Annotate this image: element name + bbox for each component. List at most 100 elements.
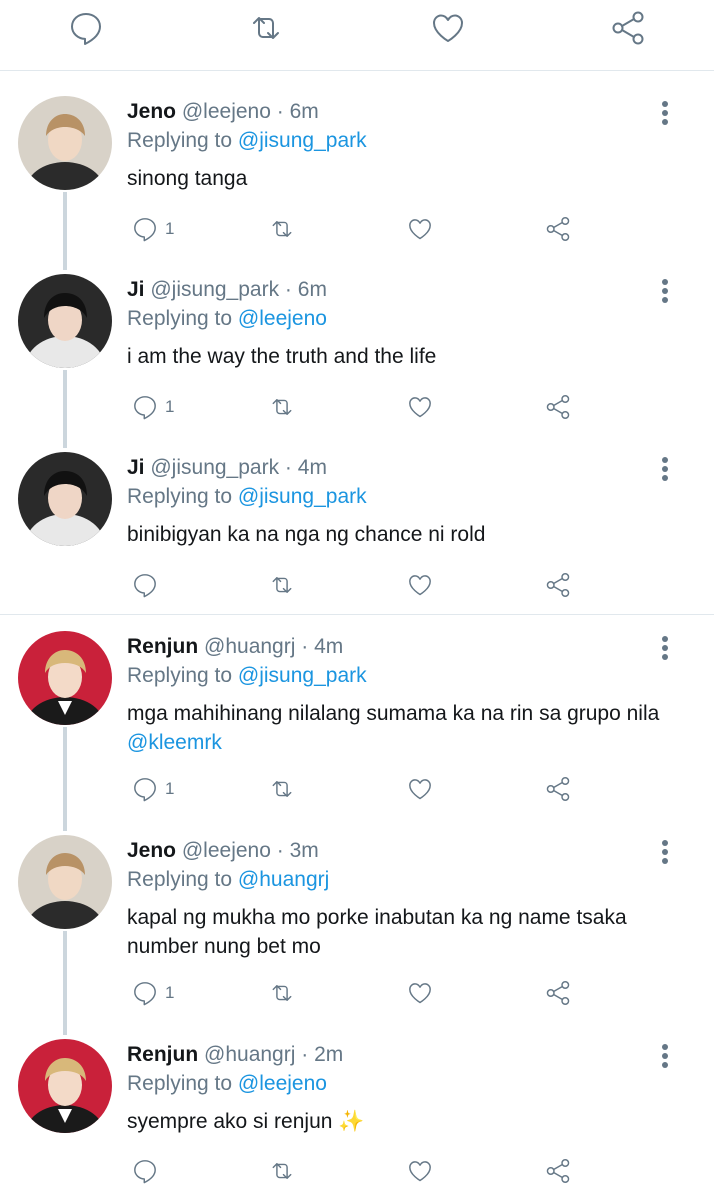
- more-options-icon[interactable]: [651, 456, 679, 484]
- share-icon[interactable]: [606, 6, 650, 50]
- tweet-text-mention[interactable]: @kleemrk: [127, 731, 222, 754]
- timestamp[interactable]: 6m: [298, 278, 327, 301]
- timestamp[interactable]: 2m: [314, 1043, 343, 1066]
- timestamp[interactable]: 4m: [298, 456, 327, 479]
- separator-dot: ·: [276, 839, 284, 862]
- share-icon: [546, 1159, 570, 1183]
- more-options-icon[interactable]: [651, 100, 679, 128]
- avatar[interactable]: [18, 96, 112, 190]
- avatar[interactable]: [18, 274, 112, 368]
- reply-button[interactable]: 1: [129, 771, 174, 807]
- retweet-icon: [272, 781, 292, 797]
- retweet-icon: [272, 1163, 292, 1179]
- reply-button[interactable]: [129, 1153, 165, 1189]
- thread-divider: [0, 614, 714, 615]
- avatar[interactable]: [18, 631, 112, 725]
- like-icon: [409, 983, 431, 1004]
- like-button[interactable]: [404, 771, 436, 807]
- replying-to-mention[interactable]: @jisung_park: [238, 485, 367, 508]
- like-icon[interactable]: [426, 6, 470, 50]
- tweet-text-content: sinong tanga: [127, 167, 248, 190]
- reply-button[interactable]: 1: [129, 389, 174, 425]
- display-name[interactable]: Jeno: [127, 100, 176, 123]
- replying-to: Replying to @jisung_park: [127, 127, 367, 155]
- replying-prefix: Replying to: [127, 129, 233, 152]
- tweet-header: Ji @jisung_park · 6m: [127, 276, 327, 304]
- reply-count: 1: [165, 219, 175, 238]
- avatar[interactable]: [18, 452, 112, 546]
- replying-to-mention[interactable]: @leejeno: [238, 1072, 327, 1095]
- user-handle[interactable]: @huangrj: [204, 1043, 295, 1066]
- replying-to-mention[interactable]: @huangrj: [238, 868, 329, 891]
- share-button[interactable]: [542, 211, 574, 247]
- separator-dot: ·: [284, 456, 292, 479]
- user-handle[interactable]: @jisung_park: [150, 456, 279, 479]
- more-options-icon[interactable]: [651, 635, 679, 663]
- tweet-actions: 1: [0, 211, 714, 247]
- reply-button[interactable]: [129, 567, 165, 603]
- like-button[interactable]: [404, 389, 436, 425]
- reply-button[interactable]: 1: [129, 211, 174, 247]
- retweet-button[interactable]: [266, 389, 298, 425]
- share-button[interactable]: [542, 1153, 574, 1189]
- user-handle[interactable]: @leejeno: [182, 100, 271, 123]
- tweet-text: syempre ako si renjun ✨: [127, 1107, 687, 1136]
- avatar[interactable]: [18, 835, 112, 929]
- reply-icon[interactable]: [64, 6, 108, 50]
- display-name[interactable]: Ji: [127, 456, 145, 479]
- replying-prefix: Replying to: [127, 1072, 233, 1095]
- replying-prefix: Replying to: [127, 664, 233, 687]
- user-handle[interactable]: @huangrj: [204, 635, 295, 658]
- share-icon: [546, 573, 570, 597]
- replying-to-mention[interactable]: @leejeno: [238, 307, 327, 330]
- reply-count: 1: [165, 397, 175, 416]
- tweet-header: Ji @jisung_park · 4m: [127, 454, 327, 482]
- more-options-icon[interactable]: [651, 278, 679, 306]
- separator-dot: ·: [276, 100, 284, 123]
- reply-icon: [134, 1160, 156, 1184]
- timestamp[interactable]: 4m: [314, 635, 343, 658]
- reply-count: 1: [165, 983, 175, 1002]
- more-options-icon[interactable]: [651, 839, 679, 867]
- like-button[interactable]: [404, 567, 436, 603]
- tweet-actions: [0, 1153, 714, 1189]
- share-icon: [546, 981, 570, 1005]
- retweet-button[interactable]: [266, 771, 298, 807]
- tweet-header: Renjun @huangrj · 4m: [127, 633, 343, 661]
- display-name[interactable]: Renjun: [127, 635, 198, 658]
- retweet-icon[interactable]: [244, 6, 288, 50]
- like-icon: [409, 1161, 431, 1182]
- display-name[interactable]: Ji: [127, 278, 145, 301]
- replying-to-mention[interactable]: @jisung_park: [238, 664, 367, 687]
- tweet-header: Jeno @leejeno · 6m: [127, 98, 319, 126]
- share-button[interactable]: [542, 771, 574, 807]
- timestamp[interactable]: 3m: [290, 839, 319, 862]
- like-button[interactable]: [404, 1153, 436, 1189]
- timestamp[interactable]: 6m: [290, 100, 319, 123]
- more-options-icon[interactable]: [651, 1043, 679, 1071]
- share-button[interactable]: [542, 975, 574, 1011]
- replying-prefix: Replying to: [127, 485, 233, 508]
- display-name[interactable]: Jeno: [127, 839, 176, 862]
- tweet-text: kapal ng mukha mo porke inabutan ka ng n…: [127, 903, 687, 961]
- user-handle[interactable]: @leejeno: [182, 839, 271, 862]
- share-button[interactable]: [542, 389, 574, 425]
- avatar[interactable]: [18, 1039, 112, 1133]
- reply-icon: [134, 982, 156, 1006]
- like-button[interactable]: [404, 975, 436, 1011]
- replying-to-mention[interactable]: @jisung_park: [238, 129, 367, 152]
- share-button[interactable]: [542, 567, 574, 603]
- separator-dot: ·: [301, 635, 309, 658]
- retweet-button[interactable]: [266, 1153, 298, 1189]
- like-button[interactable]: [404, 211, 436, 247]
- user-handle[interactable]: @jisung_park: [150, 278, 279, 301]
- retweet-button[interactable]: [266, 975, 298, 1011]
- retweet-icon: [272, 577, 292, 593]
- retweet-button[interactable]: [266, 567, 298, 603]
- retweet-button[interactable]: [266, 211, 298, 247]
- tweet-header: Renjun @huangrj · 2m: [127, 1041, 343, 1069]
- reply-button[interactable]: 1: [129, 975, 174, 1011]
- tweet-actions: 1: [0, 771, 714, 807]
- display-name[interactable]: Renjun: [127, 1043, 198, 1066]
- tweet-text-content: binibigyan ka na nga ng chance ni rold: [127, 523, 486, 546]
